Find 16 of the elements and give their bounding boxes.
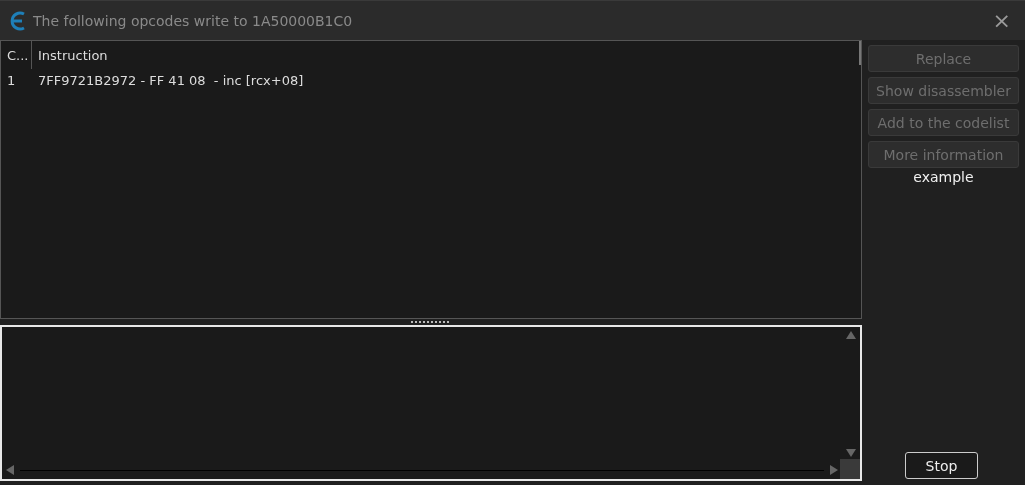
scrollbar-corner [840, 459, 860, 479]
stop-button[interactable]: Stop [905, 452, 978, 479]
table-row[interactable]: 1 7FF9721B2972 - FF 41 08 - inc [rcx+08] [1, 69, 861, 91]
close-button[interactable]: × [988, 9, 1015, 32]
column-header[interactable]: C... [1, 41, 32, 69]
scroll-left-icon[interactable] [6, 465, 14, 475]
scrollbar-thumb[interactable] [859, 41, 861, 65]
scroll-right-icon[interactable] [830, 465, 838, 475]
text-area[interactable] [0, 325, 862, 481]
window-title: The following opcodes write to 1A50000B1C0 [33, 12, 354, 29]
scroll-up-icon[interactable] [846, 331, 856, 339]
scroll-down-icon[interactable] [846, 449, 856, 457]
table-cell-text: 7FF9721B2972 - FF 41 08 - inc [rcx+08] [37, 72, 304, 88]
info-label: example [913, 169, 974, 185]
column-header[interactable]: Instruction [32, 41, 114, 69]
table-cell-text: 1 [6, 72, 17, 88]
